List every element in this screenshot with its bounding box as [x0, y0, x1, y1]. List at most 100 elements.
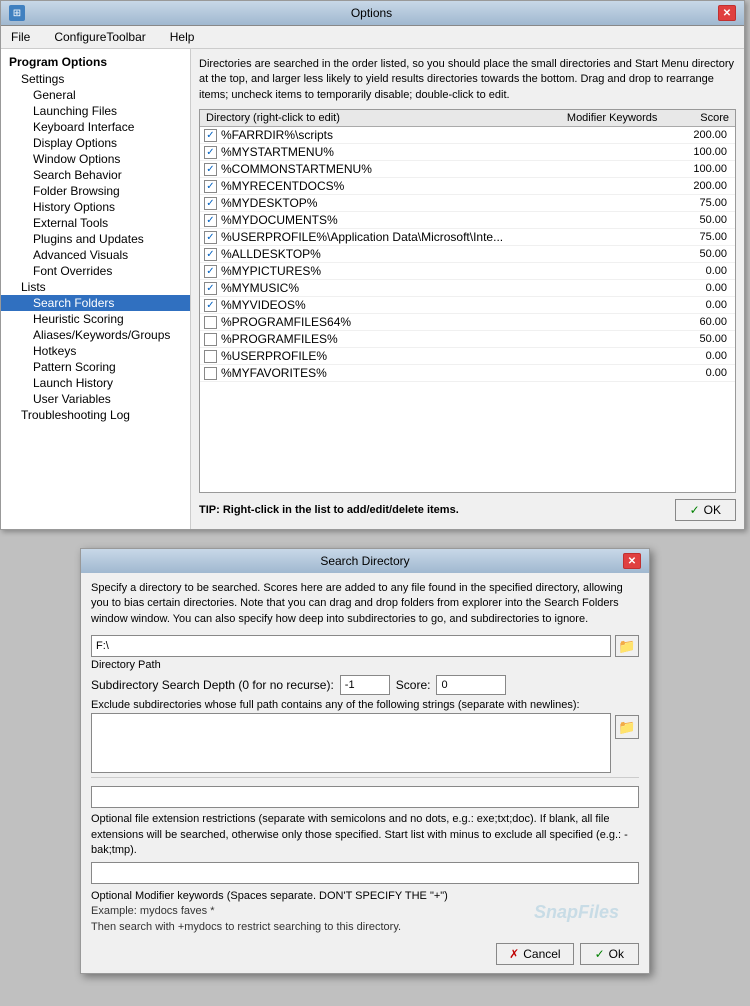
dialog-description: Specify a directory to be searched. Scor…: [91, 581, 639, 627]
extension-input[interactable]: [91, 786, 639, 808]
exclude-textarea[interactable]: [91, 713, 611, 773]
dialog-ok-button[interactable]: ✓ Ok: [580, 943, 639, 965]
modifier-cell: [561, 365, 681, 382]
score-cell: 50.00: [681, 212, 735, 229]
score-cell: 0.00: [681, 263, 735, 280]
directory-checkbox[interactable]: [204, 265, 217, 278]
directory-checkbox[interactable]: [204, 163, 217, 176]
tree-root: Program Options: [1, 53, 190, 71]
cancel-button[interactable]: ✗ Cancel: [496, 943, 573, 965]
table-row[interactable]: %MYPICTURES%0.00: [200, 263, 735, 280]
modifier-cell: [561, 161, 681, 178]
ok-button[interactable]: ✓ OK: [675, 499, 736, 521]
tree-display-options[interactable]: Display Options: [1, 135, 190, 151]
modifier-cell: [561, 331, 681, 348]
table-row[interactable]: %MYRECENTDOCS%200.00: [200, 178, 735, 195]
tree-search-folders[interactable]: Search Folders: [1, 295, 190, 311]
close-button[interactable]: ✕: [718, 5, 736, 21]
title-bar: ⊞ Options ✕: [1, 1, 744, 26]
dialog-title: Search Directory: [107, 554, 623, 568]
score-cell: 100.00: [681, 161, 735, 178]
directory-table-wrapper[interactable]: Directory (right-click to edit) Modifier…: [199, 109, 736, 493]
tree-window-options[interactable]: Window Options: [1, 151, 190, 167]
tree-pattern-scoring[interactable]: Pattern Scoring: [1, 359, 190, 375]
dialog-title-bar: Search Directory ✕: [81, 549, 649, 573]
directory-checkbox[interactable]: [204, 350, 217, 363]
tree-font-overrides[interactable]: Font Overrides: [1, 263, 190, 279]
tree-folder-browsing[interactable]: Folder Browsing: [1, 183, 190, 199]
tree-settings-group[interactable]: Settings: [1, 71, 190, 87]
example-line1: Example: mydocs faves *: [91, 904, 639, 919]
directory-checkbox[interactable]: [204, 129, 217, 142]
table-row[interactable]: %MYVIDEOS%0.00: [200, 297, 735, 314]
directory-checkbox[interactable]: [204, 316, 217, 329]
directory-checkbox[interactable]: [204, 214, 217, 227]
options-window: ⊞ Options ✕ File ConfigureToolbar Help P…: [0, 0, 745, 530]
table-row[interactable]: %PROGRAMFILES%50.00: [200, 331, 735, 348]
table-row[interactable]: %FARRDIR%\scripts200.00: [200, 127, 735, 144]
score-cell: 0.00: [681, 348, 735, 365]
menu-file[interactable]: File: [5, 28, 36, 46]
score-cell: 60.00: [681, 314, 735, 331]
tree-heuristic-scoring[interactable]: Heuristic Scoring: [1, 311, 190, 327]
modifier-cell: [561, 229, 681, 246]
tip-text: TIP: Right-click in the list to add/edit…: [199, 504, 459, 516]
exclude-label: Exclude subdirectories whose full path c…: [91, 699, 639, 711]
table-row[interactable]: %USERPROFILE%\Application Data\Microsoft…: [200, 229, 735, 246]
modifier-input[interactable]: [91, 862, 639, 884]
table-row[interactable]: %MYDOCUMENTS%50.00: [200, 212, 735, 229]
tree-keyboard-interface[interactable]: Keyboard Interface: [1, 119, 190, 135]
exclude-textarea-row: 📁: [91, 713, 639, 773]
directory-checkbox[interactable]: [204, 333, 217, 346]
score-cell: 100.00: [681, 144, 735, 161]
subdirectory-label: Subdirectory Search Depth (0 for no recu…: [91, 678, 334, 692]
directory-checkbox[interactable]: [204, 231, 217, 244]
tree-aliases-keywords[interactable]: Aliases/Keywords/Groups: [1, 327, 190, 343]
directory-checkbox[interactable]: [204, 367, 217, 380]
directory-checkbox[interactable]: [204, 180, 217, 193]
table-row[interactable]: %USERPROFILE%0.00: [200, 348, 735, 365]
tree-launching-files[interactable]: Launching Files: [1, 103, 190, 119]
tree-hotkeys[interactable]: Hotkeys: [1, 343, 190, 359]
table-row[interactable]: %MYFAVORITES%0.00: [200, 365, 735, 382]
tree-history-options[interactable]: History Options: [1, 199, 190, 215]
directory-checkbox[interactable]: [204, 197, 217, 210]
tree-troubleshooting[interactable]: Troubleshooting Log: [1, 407, 190, 423]
table-row[interactable]: %ALLDESKTOP%50.00: [200, 246, 735, 263]
table-row[interactable]: %COMMONSTARTMENU%100.00: [200, 161, 735, 178]
directory-checkbox[interactable]: [204, 248, 217, 261]
depth-input[interactable]: [340, 675, 390, 695]
menu-configure-toolbar[interactable]: ConfigureToolbar: [48, 28, 151, 46]
table-row[interactable]: %MYSTARTMENU%100.00: [200, 144, 735, 161]
browse-button[interactable]: 📁: [615, 635, 639, 657]
directory-checkbox[interactable]: [204, 282, 217, 295]
cancel-x-icon: ✗: [509, 947, 519, 961]
table-row[interactable]: %MYMUSIC%0.00: [200, 280, 735, 297]
directory-checkbox[interactable]: [204, 299, 217, 312]
modifier-cell: [561, 212, 681, 229]
tree-search-behavior[interactable]: Search Behavior: [1, 167, 190, 183]
directory-checkbox[interactable]: [204, 146, 217, 159]
modifier-cell: [561, 280, 681, 297]
modifier-cell: [561, 195, 681, 212]
tree-general[interactable]: General: [1, 87, 190, 103]
exclude-browse-button[interactable]: 📁: [615, 715, 639, 739]
table-row[interactable]: %PROGRAMFILES64%60.00: [200, 314, 735, 331]
dialog-close-button[interactable]: ✕: [623, 553, 641, 569]
tree-advanced-visuals[interactable]: Advanced Visuals: [1, 247, 190, 263]
tree-plugins-updates[interactable]: Plugins and Updates: [1, 231, 190, 247]
tree-external-tools[interactable]: External Tools: [1, 215, 190, 231]
table-row[interactable]: %MYDESKTOP%75.00: [200, 195, 735, 212]
tree-lists-group[interactable]: Lists: [1, 279, 190, 295]
score-cell: 0.00: [681, 365, 735, 382]
tree-panel: Program Options Settings General Launchi…: [1, 49, 191, 529]
directory-table: Directory (right-click to edit) Modifier…: [200, 110, 735, 382]
modifier-label: Optional Modifier keywords (Spaces separ…: [91, 890, 639, 902]
tree-user-variables[interactable]: User Variables: [1, 391, 190, 407]
tree-launch-history[interactable]: Launch History: [1, 375, 190, 391]
score-input[interactable]: [436, 675, 506, 695]
score-cell: 200.00: [681, 127, 735, 144]
score-cell: 0.00: [681, 280, 735, 297]
menu-help[interactable]: Help: [164, 28, 201, 46]
path-input[interactable]: [91, 635, 611, 657]
